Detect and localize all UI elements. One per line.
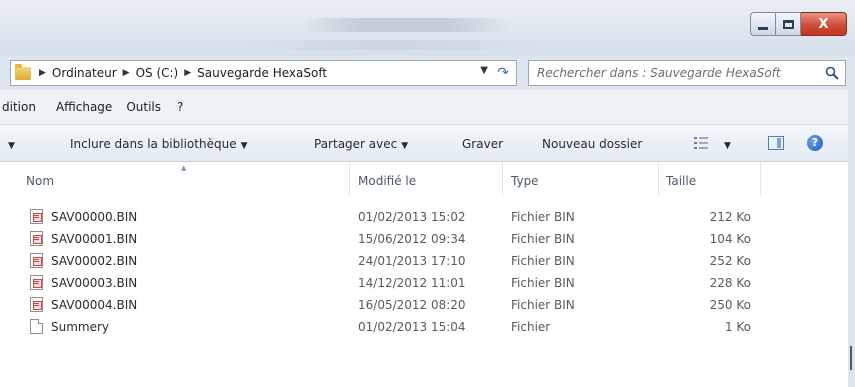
chevron-right-icon[interactable]: ▶: [184, 68, 191, 78]
file-size: 228 Ko: [709, 276, 751, 290]
file-row[interactable]: Summery 01/02/2013 15:04 Fichier 1 Ko: [0, 316, 848, 338]
window-controls: X: [750, 12, 847, 38]
search-icon[interactable]: [825, 66, 839, 80]
share-with-button[interactable]: Partager avec ▼: [314, 137, 408, 151]
preview-pane-icon[interactable]: [768, 136, 784, 150]
search-placeholder: Rechercher dans : Sauvegarde HexaSoft: [537, 66, 781, 80]
close-button[interactable]: X: [801, 12, 847, 36]
scrollbar[interactable]: [850, 346, 852, 370]
file-size: 104 Ko: [709, 232, 751, 246]
breadcrumb-drive[interactable]: OS (C:): [136, 66, 179, 80]
search-input[interactable]: Rechercher dans : Sauvegarde HexaSoft: [528, 60, 846, 86]
file-name: SAV00003.BIN: [51, 276, 138, 290]
menu-edit[interactable]: dition: [2, 100, 36, 114]
title-bar: X: [0, 0, 855, 56]
file-name: SAV00000.BIN: [51, 210, 138, 224]
column-divider[interactable]: [760, 162, 761, 196]
file-modified: 01/02/2013 15:04: [358, 320, 466, 334]
file-type: Fichier BIN: [511, 210, 575, 224]
file-rows: SAV00000.BIN 01/02/2013 15:02 Fichier BI…: [0, 206, 848, 338]
file-name: SAV00002.BIN: [51, 254, 138, 268]
column-header-name[interactable]: Nom: [26, 174, 54, 188]
chevron-down-icon: ▼: [240, 141, 248, 151]
column-header-modified[interactable]: Modifié le: [358, 174, 416, 188]
command-bar: ▼ Inclure dans la bibliothèque ▼ Partager…: [0, 124, 855, 162]
address-row: ▶ Ordinateur ▶ OS (C:) ▶ Sauvegarde Hexa…: [0, 56, 855, 90]
file-list: Nom ▲ Modifié le Type Taille SAV00000.BI…: [0, 162, 848, 387]
file-row[interactable]: SAV00001.BIN 15/06/2012 09:34 Fichier BI…: [0, 228, 848, 250]
file-modified: 24/01/2013 17:10: [358, 254, 466, 268]
file-type: Fichier BIN: [511, 254, 575, 268]
bin-file-icon: [30, 297, 43, 312]
chevron-down-icon[interactable]: ▼: [720, 137, 731, 151]
burn-button[interactable]: Graver: [462, 137, 503, 151]
file-type: Fichier BIN: [511, 298, 575, 312]
file-name: Summery: [51, 320, 110, 334]
column-divider[interactable]: [349, 162, 350, 196]
maximize-icon: [782, 19, 794, 29]
organize-dropdown[interactable]: ▼: [4, 137, 15, 151]
include-library-label: Inclure dans la bibliothèque: [70, 137, 237, 151]
new-folder-button[interactable]: Nouveau dossier: [542, 137, 642, 151]
folder-icon: [15, 63, 31, 80]
menu-help[interactable]: ?: [177, 100, 183, 114]
breadcrumb-computer[interactable]: Ordinateur: [52, 66, 117, 80]
bin-file-icon: [30, 253, 43, 268]
file-modified: 14/12/2012 11:01: [358, 276, 466, 290]
chevron-right-icon[interactable]: ▶: [39, 68, 46, 78]
file-type: Fichier BIN: [511, 276, 575, 290]
view-options-icon[interactable]: [694, 137, 708, 149]
column-header-size[interactable]: Taille: [666, 174, 696, 188]
file-size: 1 Ko: [724, 320, 751, 334]
bin-file-icon: [30, 231, 43, 246]
file-size: 252 Ko: [709, 254, 751, 268]
breadcrumb-folder[interactable]: Sauvegarde HexaSoft: [197, 66, 327, 80]
file-row[interactable]: SAV00000.BIN 01/02/2013 15:02 Fichier BI…: [0, 206, 848, 228]
column-divider[interactable]: [658, 162, 659, 196]
address-bar[interactable]: ▶ Ordinateur ▶ OS (C:) ▶ Sauvegarde Hexa…: [10, 60, 517, 86]
window-title-blur: [300, 18, 510, 32]
bin-file-icon: [30, 209, 43, 224]
chevron-down-icon[interactable]: ▼: [480, 65, 488, 76]
chevron-right-icon[interactable]: ▶: [123, 68, 130, 78]
file-name: SAV00004.BIN: [51, 298, 138, 312]
file-name: SAV00001.BIN: [51, 232, 138, 246]
refresh-icon[interactable]: ↷: [494, 64, 512, 82]
help-icon[interactable]: ?: [807, 135, 823, 151]
title-bar-shading: [230, 40, 550, 50]
minimize-icon: [758, 26, 768, 30]
plain-file-icon: [30, 319, 43, 334]
file-modified: 16/05/2012 08:20: [358, 298, 466, 312]
window-border: [848, 56, 855, 387]
file-size: 212 Ko: [709, 210, 751, 224]
column-divider[interactable]: [502, 162, 503, 196]
share-with-label: Partager avec: [314, 137, 398, 151]
file-row[interactable]: SAV00002.BIN 24/01/2013 17:10 Fichier BI…: [0, 250, 848, 272]
file-modified: 01/02/2013 15:02: [358, 210, 466, 224]
menu-bar: dition Affichage Outils ?: [0, 90, 855, 124]
file-type: Fichier: [511, 320, 551, 334]
file-size: 250 Ko: [709, 298, 751, 312]
menu-view[interactable]: Affichage: [56, 100, 112, 114]
file-row[interactable]: SAV00004.BIN 16/05/2012 08:20 Fichier BI…: [0, 294, 848, 316]
minimize-button[interactable]: [750, 12, 776, 36]
menu-tools[interactable]: Outils: [126, 100, 161, 114]
bin-file-icon: [30, 275, 43, 290]
maximize-button[interactable]: [776, 12, 801, 36]
close-icon: X: [818, 16, 829, 32]
file-row[interactable]: SAV00003.BIN 14/12/2012 11:01 Fichier BI…: [0, 272, 848, 294]
file-modified: 15/06/2012 09:34: [358, 232, 466, 246]
file-type: Fichier BIN: [511, 232, 575, 246]
column-header-type[interactable]: Type: [511, 174, 539, 188]
chevron-down-icon: ▼: [401, 141, 409, 151]
sort-arrow-icon: ▲: [181, 164, 187, 172]
include-library-button[interactable]: Inclure dans la bibliothèque ▼: [70, 137, 248, 151]
